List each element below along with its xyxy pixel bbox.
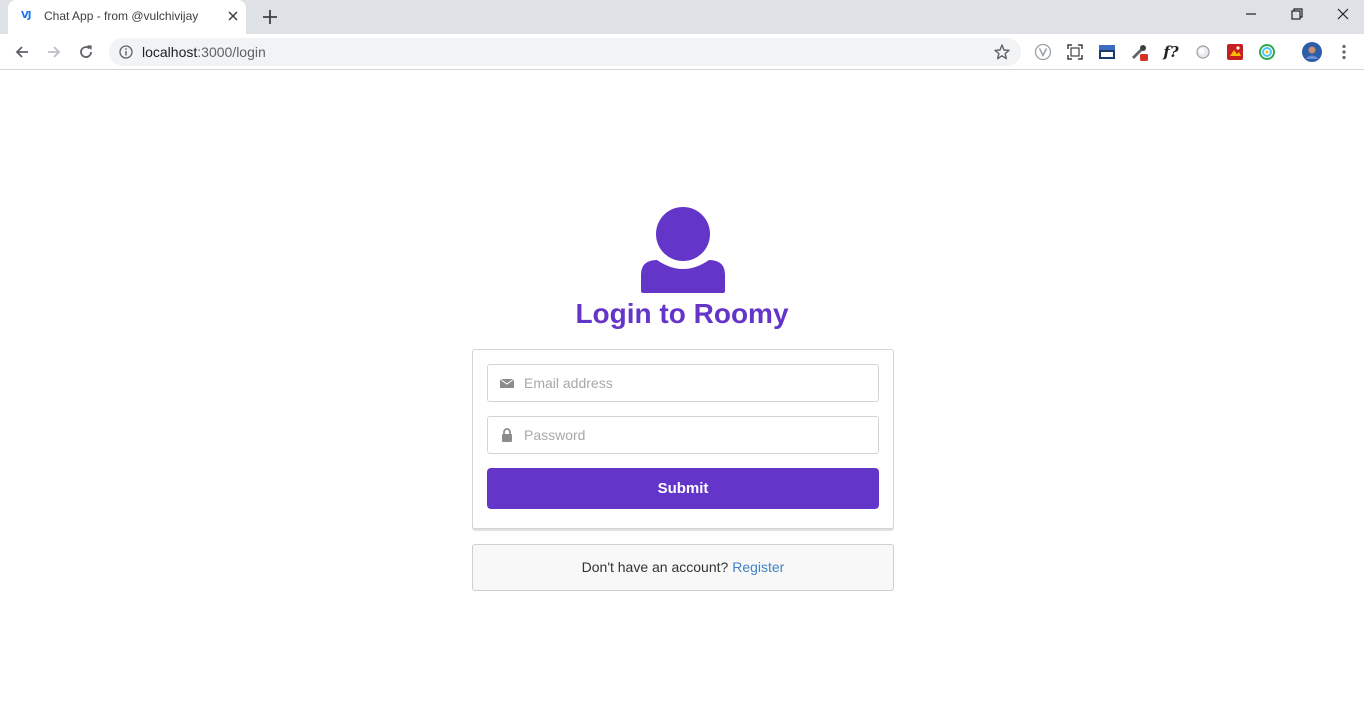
email-input[interactable]: [524, 365, 874, 401]
tab-title: Chat App - from @vulchivijay: [44, 9, 199, 23]
vivaldi-icon[interactable]: [1033, 42, 1053, 62]
register-prompt: Don't have an account?: [581, 559, 729, 575]
password-input[interactable]: [524, 417, 874, 453]
lock-icon: [502, 428, 512, 442]
new-icon[interactable]: [1097, 42, 1117, 62]
submit-button[interactable]: Submit: [487, 468, 879, 509]
login-form: Submit: [472, 349, 894, 529]
menu-icon[interactable]: [1334, 42, 1354, 62]
back-icon[interactable]: [12, 42, 32, 62]
new-tab-icon[interactable]: [259, 6, 281, 28]
bookmark-star-icon[interactable]: [993, 43, 1011, 61]
register-message: Don't have an account? Register: [472, 544, 894, 591]
info-icon[interactable]: [119, 45, 133, 59]
user-icon: [641, 207, 725, 293]
address-bar[interactable]: localhost:3000/login: [109, 38, 1021, 66]
minimize-icon[interactable]: [1241, 4, 1261, 24]
font-icon[interactable]: f?: [1161, 42, 1181, 62]
eyedropper-icon[interactable]: [1129, 42, 1149, 62]
page-title: Login to Roomy: [575, 298, 789, 329]
image-icon[interactable]: [1225, 42, 1245, 62]
envelope-icon: [500, 378, 514, 388]
screenshot-icon[interactable]: [1065, 42, 1085, 62]
tab-strip: VJ Chat App - from @vulchivijay: [0, 0, 1364, 34]
tab-favicon: VJ: [21, 10, 32, 21]
profile-avatar[interactable]: [1302, 42, 1322, 62]
reload-icon[interactable]: [76, 42, 96, 62]
browser-toolbar: localhost:3000/login f?: [0, 34, 1364, 70]
password-field-wrapper: [487, 416, 879, 454]
restore-icon[interactable]: [1287, 4, 1307, 24]
browser-tab[interactable]: VJ Chat App - from @vulchivijay: [8, 0, 246, 34]
circle-icon[interactable]: [1193, 42, 1213, 62]
color-icon[interactable]: [1257, 42, 1277, 62]
close-tab-icon[interactable]: [225, 8, 241, 24]
url-path: :3000/login: [197, 44, 266, 60]
register-link[interactable]: Register: [732, 559, 784, 575]
email-field-wrapper: [487, 364, 879, 402]
forward-icon[interactable]: [44, 42, 64, 62]
url-host: localhost: [142, 44, 198, 60]
url-text: localhost:3000/login: [142, 44, 266, 60]
close-window-icon[interactable]: [1333, 4, 1353, 24]
